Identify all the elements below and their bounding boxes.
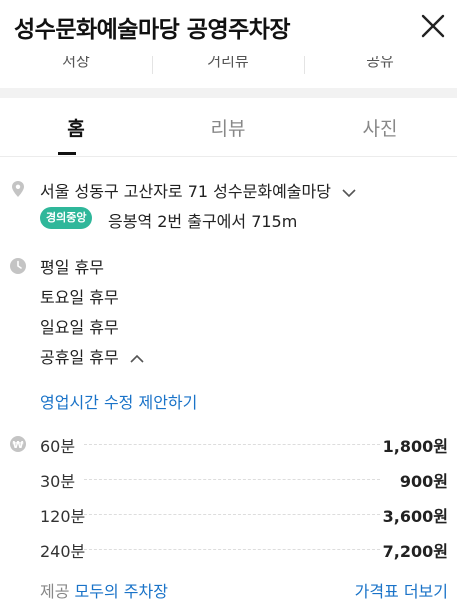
hours-saturday: 토요일 휴무	[40, 288, 119, 307]
share-action[interactable]: 공유	[304, 56, 456, 71]
price-row: 30분 900원	[40, 468, 448, 494]
header: 성수문화예술마당 공영주차장	[0, 0, 457, 56]
active-tab-indicator	[58, 152, 76, 155]
price-duration: 120분	[40, 507, 86, 526]
tab-photos[interactable]: 사진	[304, 114, 456, 141]
subway-line-badge: 경의중앙	[40, 207, 93, 229]
price-amount: 7,200원	[382, 542, 448, 561]
price-amount: 900원	[399, 472, 448, 491]
location-pin-icon	[12, 181, 24, 197]
price-duration: 60분	[40, 437, 76, 456]
subway-directions: 응봉역 2번 출구에서 715m	[108, 212, 298, 231]
price-amount: 1,800원	[382, 437, 448, 456]
provider-link[interactable]: 모두의 주차장	[75, 582, 168, 601]
edit-hours-link[interactable]: 영업시간 수정 제안하기	[40, 389, 197, 413]
hours-sunday: 일요일 휴무	[40, 318, 119, 337]
action-row: 저장 거리뷰 공유	[0, 56, 457, 76]
won-icon: ₩	[10, 436, 26, 452]
tab-reviews[interactable]: 리뷰	[152, 114, 304, 141]
close-icon	[421, 14, 445, 38]
price-duration: 30분	[40, 472, 76, 491]
tab-home[interactable]: 홈	[0, 114, 152, 141]
svg-text:₩: ₩	[12, 440, 23, 451]
dotted-leader	[84, 479, 380, 480]
price-row: 120분 3,600원	[40, 503, 448, 529]
price-row: 60분 1,800원	[40, 433, 448, 459]
price-row: 240분 7,200원	[40, 538, 448, 564]
divider	[0, 156, 457, 157]
price-table-more-link[interactable]: 가격표 더보기	[355, 578, 448, 602]
hours-holiday-row[interactable]: 공휴일 휴무	[40, 344, 144, 368]
dotted-leader	[84, 444, 380, 445]
dotted-leader	[84, 549, 380, 550]
price-amount: 3,600원	[382, 507, 448, 526]
provider-credit: 제공 모두의 주차장	[40, 578, 168, 602]
hours-holiday: 공휴일 휴무	[40, 348, 119, 367]
hours-weekday: 평일 휴무	[40, 258, 104, 277]
clock-icon	[10, 258, 26, 274]
page-title: 성수문화예술마당 공영주차장	[14, 17, 291, 43]
tab-bar: 홈 리뷰 사진	[0, 98, 457, 156]
save-action[interactable]: 저장	[0, 56, 152, 71]
address-text: 서울 성동구 고산자로 71 성수문화예술마당	[40, 182, 331, 201]
provider-prefix: 제공	[40, 582, 70, 601]
street-view-action[interactable]: 거리뷰	[152, 56, 304, 71]
address-row[interactable]: 서울 성동구 고산자로 71 성수문화예술마당	[40, 178, 356, 202]
chevron-up-icon[interactable]	[130, 354, 144, 364]
price-duration: 240분	[40, 542, 86, 561]
chevron-down-icon[interactable]	[342, 188, 356, 198]
dotted-leader	[84, 514, 380, 515]
close-button[interactable]	[417, 10, 449, 42]
section-separator	[0, 88, 457, 98]
